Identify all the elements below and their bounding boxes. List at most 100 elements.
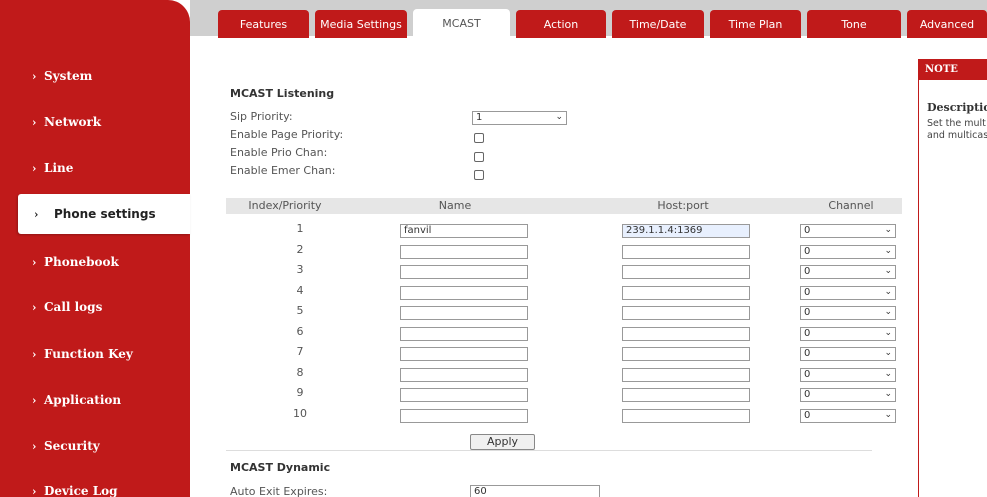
enable-emer-chan-checkbox[interactable]: [474, 170, 484, 180]
sidebar-item-label: Line: [44, 161, 74, 175]
row-name-input[interactable]: [400, 306, 528, 320]
row-host-input[interactable]: [622, 326, 750, 341]
row-index: 9: [296, 386, 304, 399]
row-channel-select[interactable]: 0 ⌄: [800, 347, 896, 361]
chevron-down-icon: ⌄: [884, 245, 892, 256]
note-description-line: Set the mult: [927, 118, 986, 129]
row-name-input[interactable]: [400, 388, 528, 402]
sidebar-item-label: Phone settings: [54, 207, 156, 221]
sidebar-item-security[interactable]: › Security: [0, 426, 190, 466]
chevron-down-icon: ⌄: [884, 389, 892, 399]
chevron-right-icon: ›: [32, 69, 37, 83]
row-host-input[interactable]: [622, 408, 750, 423]
row-host-input[interactable]: [622, 265, 750, 279]
chevron-right-icon: ›: [34, 207, 39, 221]
tab-advanced[interactable]: Advanced: [907, 10, 987, 38]
row-channel-select[interactable]: 0 ⌄: [800, 408, 896, 423]
row-name-input[interactable]: [400, 347, 528, 361]
apply-button[interactable]: Apply: [470, 434, 535, 450]
row-channel-select[interactable]: 0 ⌄: [800, 224, 896, 238]
row-index: 4: [296, 283, 304, 297]
sidebar-item-line[interactable]: › Line: [0, 148, 190, 188]
row-host-input[interactable]: [622, 367, 750, 382]
row-name-input[interactable]: [400, 367, 528, 382]
row-host-input[interactable]: [622, 285, 750, 300]
row-channel-select[interactable]: 0 ⌄: [800, 244, 896, 259]
row-channel-value: 0: [804, 245, 811, 257]
tab-media-settings[interactable]: Media Settings: [315, 10, 407, 38]
row-name-input[interactable]: [400, 326, 528, 341]
column-index-priority: Index/Priority: [248, 199, 322, 212]
tab-bar: Features Media Settings MCAST Action Tim…: [190, 0, 987, 38]
sidebar-item-phonebook[interactable]: › Phonebook: [0, 242, 190, 282]
sidebar-item-application[interactable]: › Application: [0, 380, 190, 420]
column-channel: Channel: [828, 199, 874, 212]
sidebar-item-phone-settings[interactable]: › Phone settings: [18, 194, 190, 234]
tab-tone[interactable]: Tone: [807, 10, 901, 38]
row-channel-select[interactable]: 0 ⌄: [800, 285, 896, 300]
note-description-title: Description: [927, 101, 987, 114]
chevron-right-icon: ›: [32, 347, 37, 361]
enable-prio-chan-label: Enable Prio Chan:: [230, 146, 328, 159]
auto-exit-expires-input[interactable]: 60: [470, 485, 600, 497]
sidebar-item-label: Application: [44, 393, 122, 407]
row-channel-value: 0: [804, 266, 811, 277]
mcast-panel: MCAST Listening Sip Priority: 1 ⌄ Enable …: [190, 36, 918, 497]
chevron-down-icon: ⌄: [884, 266, 892, 276]
row-index: 5: [296, 304, 304, 317]
sip-priority-label: Sip Priority:: [230, 110, 293, 123]
row-name-input[interactable]: [400, 285, 528, 300]
chevron-down-icon: ⌄: [884, 327, 892, 338]
sidebar-item-label: Device Log: [44, 484, 118, 497]
row-host-input[interactable]: [622, 306, 750, 320]
chevron-right-icon: ›: [32, 300, 37, 314]
chevron-down-icon: ⌄: [884, 368, 892, 379]
table-header: Index/Priority Name Host:port Channel: [226, 198, 902, 214]
sidebar-item-label: Network: [44, 115, 102, 129]
sidebar-item-function-key[interactable]: › Function Key: [0, 334, 190, 374]
row-channel-select[interactable]: 0 ⌄: [800, 367, 896, 382]
sidebar-item-system[interactable]: › System: [0, 56, 190, 96]
chevron-down-icon: ⌄: [884, 409, 892, 420]
tab-time-date[interactable]: Time/Date: [612, 10, 704, 38]
row-channel-select[interactable]: 0 ⌄: [800, 326, 896, 341]
row-channel-value: 0: [804, 286, 811, 298]
row-index: 2: [296, 242, 304, 256]
sidebar-item-device-log[interactable]: › Device Log: [0, 471, 190, 497]
sidebar-item-call-logs[interactable]: › Call logs: [0, 287, 190, 327]
column-host-port: Host:port: [657, 199, 709, 212]
row-channel-select[interactable]: 0 ⌄: [800, 265, 896, 279]
mcast-dynamic-title: MCAST Dynamic: [230, 461, 331, 474]
tab-mcast[interactable]: MCAST: [413, 9, 510, 38]
sidebar: › System › Network › Line › Phone settings ›…: [0, 0, 190, 497]
row-channel-select[interactable]: 0 ⌄: [800, 388, 896, 402]
tab-time-plan[interactable]: Time Plan: [710, 10, 801, 38]
row-host-input[interactable]: [622, 347, 750, 361]
sip-priority-select[interactable]: 1 ⌄: [472, 111, 567, 125]
row-name-input[interactable]: [400, 244, 528, 259]
row-channel-select[interactable]: 0 ⌄: [800, 306, 896, 320]
row-host-input[interactable]: 239.1.1.4:1369: [622, 224, 750, 238]
tab-features[interactable]: Features: [218, 10, 309, 38]
row-name-input[interactable]: [400, 265, 528, 279]
row-channel-value: 0: [804, 409, 811, 421]
auto-exit-expires-label: Auto Exit Expires:: [230, 485, 328, 497]
sidebar-item-label: Function Key: [44, 347, 133, 361]
row-host-input[interactable]: [622, 388, 750, 402]
row-channel-value: 0: [804, 389, 811, 400]
chevron-down-icon: ⌄: [884, 225, 892, 235]
row-host-input[interactable]: [622, 244, 750, 259]
enable-page-priority-checkbox[interactable]: [474, 133, 484, 143]
enable-prio-chan-checkbox[interactable]: [474, 152, 484, 162]
row-channel-value: 0: [804, 327, 811, 339]
row-index: 8: [296, 365, 304, 379]
row-name-input[interactable]: [400, 408, 528, 423]
note-title: NOTE: [919, 59, 987, 80]
divider: [226, 450, 872, 451]
sidebar-item-label: System: [44, 69, 93, 83]
tab-action[interactable]: Action: [516, 10, 606, 38]
sidebar-item-network[interactable]: › Network: [0, 102, 190, 142]
chevron-right-icon: ›: [32, 115, 37, 129]
row-name-input[interactable]: fanvil: [400, 224, 528, 238]
chevron-right-icon: ›: [32, 393, 37, 407]
